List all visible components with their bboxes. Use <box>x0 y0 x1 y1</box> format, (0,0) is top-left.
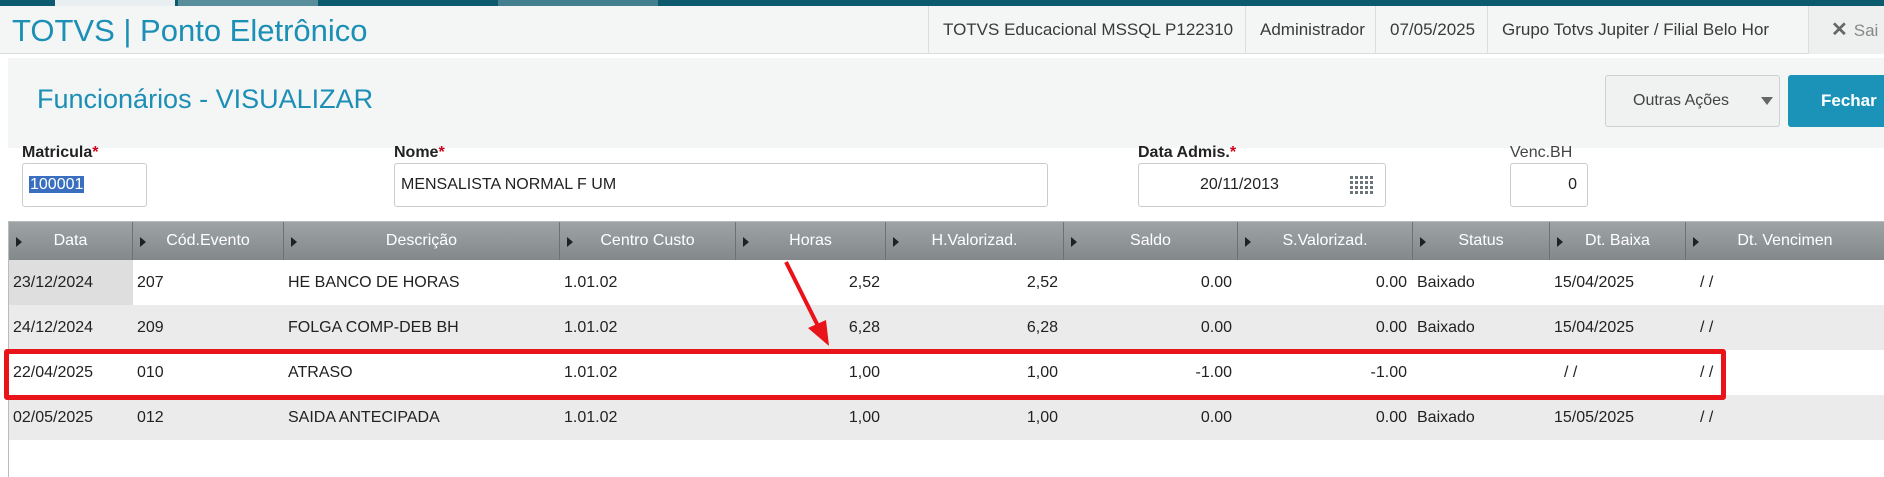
annotation-arrow <box>784 261 829 346</box>
